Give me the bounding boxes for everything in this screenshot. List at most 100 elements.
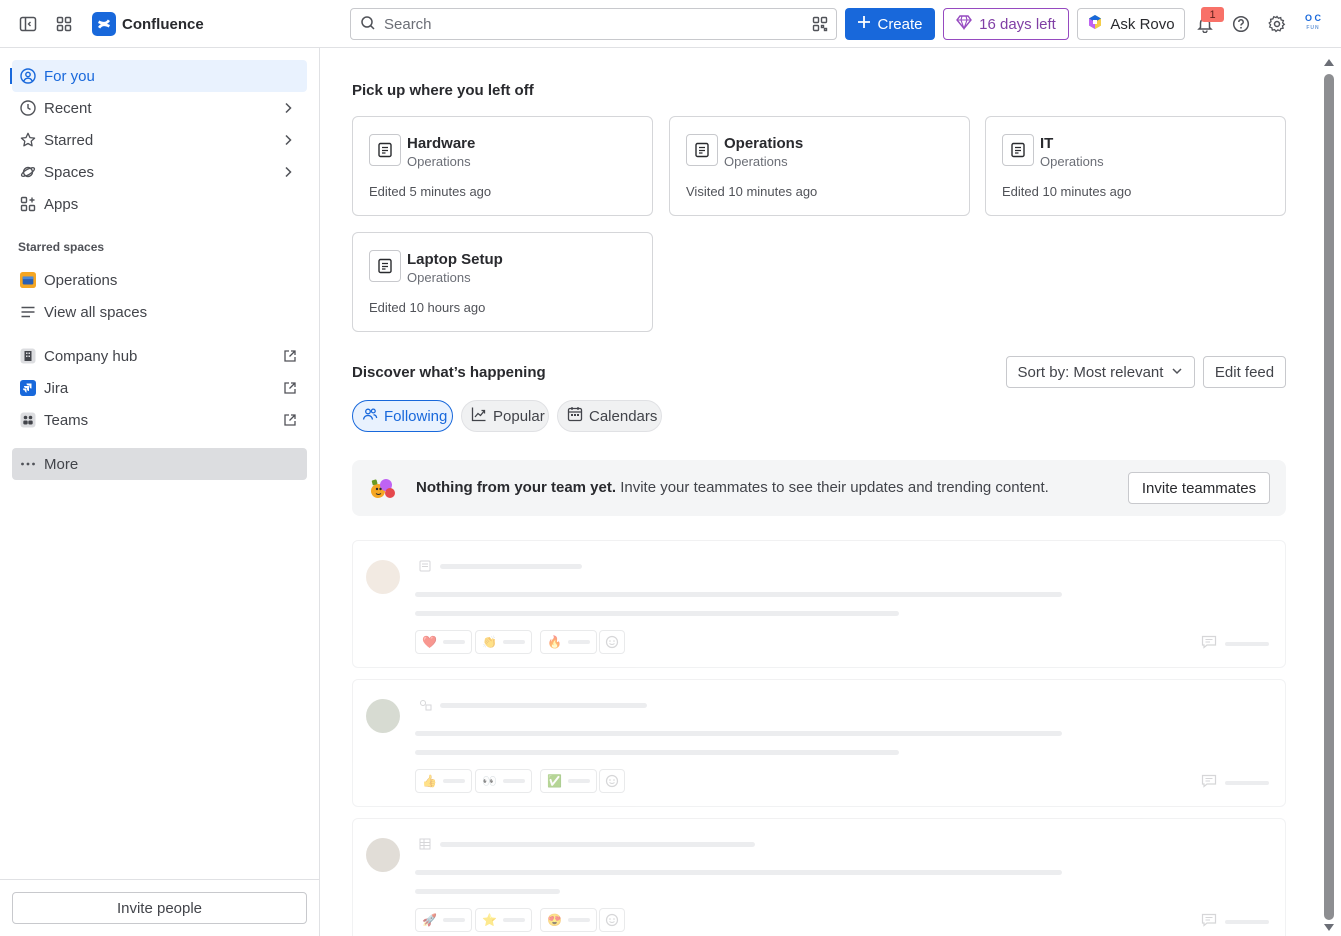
sidebar-item-teams[interactable]: Teams [12, 404, 307, 436]
confluence-logo[interactable]: Confluence [92, 12, 204, 36]
placeholder-line [415, 611, 899, 616]
sidebar-toggle-icon[interactable] [16, 12, 40, 36]
sidebar-item-spaces[interactable]: Spaces [12, 156, 307, 188]
sidebar-item-more[interactable]: More [12, 448, 307, 480]
reaction-emoji: 👍 [422, 774, 437, 788]
page-icon [369, 134, 401, 166]
placeholder-feed-item: 👍 👀 ✅ [352, 679, 1286, 807]
whiteboard-icon [419, 698, 433, 714]
recent-page-card[interactable]: Hardware Operations Edited 5 minutes ago [352, 116, 653, 216]
teams-icon [20, 412, 36, 428]
reaction-chip: 👍 [415, 769, 472, 793]
sidebar-item-operations-space[interactable]: Operations [12, 264, 307, 296]
reaction-emoji: 😍 [547, 913, 562, 927]
sidebar-item-jira[interactable]: Jira [12, 372, 307, 404]
comment-icon [1201, 913, 1217, 930]
sidebar-item-view-all-spaces[interactable]: View all spaces [12, 296, 307, 328]
chevron-right-icon [281, 101, 295, 119]
person-circle-icon [20, 68, 36, 84]
comment-count [1201, 774, 1269, 791]
sidebar-item-label: Operations [44, 271, 118, 289]
scroll-down-arrow-icon[interactable] [1323, 920, 1335, 936]
chevron-right-icon [281, 133, 295, 151]
page-icon [369, 250, 401, 282]
search-filter-icon[interactable] [812, 16, 828, 35]
placeholder-avatar [366, 699, 400, 733]
filter-popular[interactable]: Popular [461, 400, 549, 432]
help-icon[interactable] [1229, 12, 1253, 36]
reaction-chip: 😍 [540, 908, 597, 932]
ask-rovo-button[interactable]: Ask Rovo [1077, 8, 1185, 40]
recent-page-card[interactable]: IT Operations Edited 10 minutes ago [985, 116, 1286, 216]
confluence-icon [92, 12, 116, 36]
reaction-emoji: 👏 [482, 635, 497, 649]
banner-bold: Nothing from your team yet. [416, 479, 617, 496]
card-meta: Visited 10 minutes ago [686, 184, 818, 199]
filter-following[interactable]: Following [352, 400, 453, 432]
placeholder-line [440, 842, 755, 847]
card-title: Hardware [407, 135, 476, 152]
scrollbar-thumb[interactable] [1324, 74, 1334, 920]
more-dots-icon [20, 456, 36, 472]
placeholder-avatar [366, 838, 400, 872]
people-icon [362, 406, 378, 426]
planet-icon [20, 164, 36, 180]
invite-people-button[interactable]: Invite people [12, 892, 307, 924]
placeholder-line [415, 870, 1062, 875]
sidebar-item-for-you[interactable]: For you [12, 60, 307, 92]
sidebar-item-label: Jira [44, 379, 69, 397]
card-meta: Edited 5 minutes ago [369, 184, 492, 199]
card-title: Operations [724, 135, 804, 152]
star-icon [20, 132, 36, 148]
sidebar: For you Recent Starred Spaces Apps Starr… [0, 48, 320, 936]
scroll-up-arrow-icon[interactable] [1323, 54, 1335, 70]
comment-icon [1201, 774, 1217, 791]
team-illustration-icon [368, 474, 398, 505]
sidebar-item-label: More [44, 455, 79, 473]
card-space: Operations [407, 154, 471, 169]
avatar-subtext: FUN [1306, 25, 1320, 31]
chevron-down-icon [1171, 364, 1183, 381]
add-reaction-icon [599, 908, 625, 932]
create-button[interactable]: Create [845, 8, 935, 40]
recent-page-card[interactable]: Operations Operations Visited 10 minutes… [669, 116, 970, 216]
filter-label: Calendars [589, 407, 658, 425]
placeholder-line [415, 731, 1062, 736]
app-switcher-icon[interactable] [52, 12, 76, 36]
comment-count [1201, 635, 1269, 652]
profile-avatar[interactable]: O C FUN [1301, 13, 1325, 37]
sidebar-item-apps[interactable]: Apps [12, 188, 307, 220]
sidebar-item-label: For you [44, 67, 95, 85]
placeholder-avatar [366, 560, 400, 594]
filter-label: Popular [493, 407, 545, 425]
jira-icon [20, 380, 36, 396]
main-scrollbar[interactable] [1322, 48, 1336, 936]
sidebar-item-label: Teams [44, 411, 89, 429]
sidebar-item-starred[interactable]: Starred [12, 124, 307, 156]
pickup-heading: Pick up where you left off [352, 82, 534, 99]
card-meta: Edited 10 hours ago [369, 300, 486, 315]
edit-feed-button[interactable]: Edit feed [1203, 356, 1286, 388]
settings-gear-icon[interactable] [1265, 12, 1289, 36]
sidebar-item-label: Starred [44, 131, 94, 149]
reaction-emoji: ⭐ [482, 913, 497, 927]
sidebar-item-company-hub[interactable]: Company hub [12, 340, 307, 372]
list-icon [20, 304, 36, 320]
sidebar-item-recent[interactable]: Recent [12, 92, 307, 124]
apps-grid-icon [20, 196, 36, 212]
reaction-emoji: ✅ [547, 774, 562, 788]
recent-page-card[interactable]: Laptop Setup Operations Edited 10 hours … [352, 232, 653, 332]
gem-icon [956, 14, 973, 34]
reaction-chip: 🔥 [540, 630, 597, 654]
filter-calendars[interactable]: Calendars [557, 400, 662, 432]
card-meta: Edited 10 minutes ago [1002, 184, 1132, 199]
placeholder-feed-item: ❤️ 👏 🔥 [352, 540, 1286, 668]
invite-teammates-button[interactable]: Invite teammates [1128, 472, 1270, 504]
trial-button[interactable]: 16 days left [943, 8, 1069, 40]
sort-dropdown[interactable]: Sort by: Most relevant [1006, 356, 1195, 388]
page-icon [419, 559, 431, 575]
search-input[interactable]: Search [350, 8, 837, 40]
comment-count [1201, 913, 1269, 930]
external-link-icon [283, 349, 297, 367]
sidebar-item-label: Company hub [44, 347, 138, 365]
